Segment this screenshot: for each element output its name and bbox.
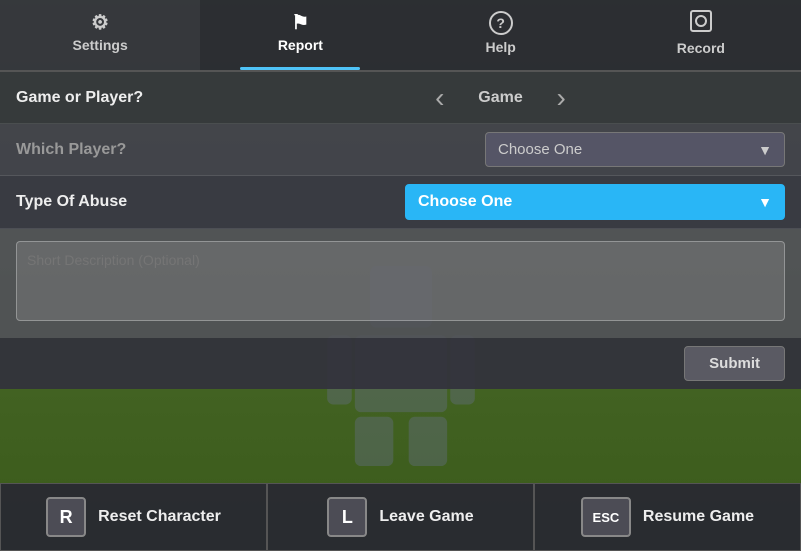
resume-key-badge: ESC xyxy=(581,497,631,537)
nav-item-help[interactable]: ? Help xyxy=(401,0,601,70)
leave-key-badge: L xyxy=(327,497,367,537)
which-player-row: Which Player? Choose One ▼ xyxy=(0,124,801,176)
prev-arrow-button[interactable]: ‹ xyxy=(427,84,452,112)
description-area xyxy=(0,229,801,338)
gear-icon: ⚙ xyxy=(91,13,109,33)
game-player-row: Game or Player? ‹ Game › xyxy=(0,72,801,124)
nav-item-report[interactable]: ⚑ Report xyxy=(200,0,400,70)
next-arrow-button[interactable]: › xyxy=(549,84,574,112)
which-player-label: Which Player? xyxy=(16,141,216,159)
nav-label-settings: Settings xyxy=(73,37,128,53)
type-abuse-dropdown[interactable]: Choose One ▼ xyxy=(405,184,785,220)
chevron-down-icon-2: ▼ xyxy=(758,194,772,210)
nav-item-record[interactable]: Record xyxy=(601,0,801,70)
top-navigation: ⚙ Settings ⚑ Report ? Help Record xyxy=(0,0,801,72)
type-abuse-label: Type Of Abuse xyxy=(16,193,216,211)
report-panel: Game or Player? ‹ Game › Which Player? C… xyxy=(0,72,801,389)
flag-icon: ⚑ xyxy=(291,13,309,33)
description-textarea[interactable] xyxy=(16,241,785,321)
which-player-dropdown[interactable]: Choose One ▼ xyxy=(485,132,785,167)
submit-row: Submit xyxy=(0,338,801,389)
help-icon: ? xyxy=(489,11,513,35)
type-abuse-value: Choose One xyxy=(418,193,512,211)
game-player-label: Game or Player? xyxy=(16,89,216,107)
resume-game-label: Resume Game xyxy=(643,508,754,526)
type-abuse-row: Type Of Abuse Choose One ▼ xyxy=(0,176,801,229)
record-icon xyxy=(690,10,712,36)
leave-game-button[interactable]: L Leave Game xyxy=(267,483,534,551)
nav-label-record: Record xyxy=(677,40,725,56)
reset-character-button[interactable]: R Reset Character xyxy=(0,483,267,551)
submit-button[interactable]: Submit xyxy=(684,346,785,381)
bottom-action-bar: R Reset Character L Leave Game ESC Resum… xyxy=(0,483,801,551)
selector-current-value: Game xyxy=(461,89,541,107)
game-player-selector: ‹ Game › xyxy=(216,84,785,112)
which-player-value: Choose One xyxy=(498,141,582,158)
reset-character-label: Reset Character xyxy=(98,508,221,526)
resume-game-button[interactable]: ESC Resume Game xyxy=(534,483,801,551)
chevron-down-icon: ▼ xyxy=(758,142,772,158)
nav-label-report: Report xyxy=(278,37,323,53)
leave-game-label: Leave Game xyxy=(379,508,473,526)
reset-key-badge: R xyxy=(46,497,86,537)
nav-item-settings[interactable]: ⚙ Settings xyxy=(0,0,200,70)
nav-label-help: Help xyxy=(485,39,515,55)
